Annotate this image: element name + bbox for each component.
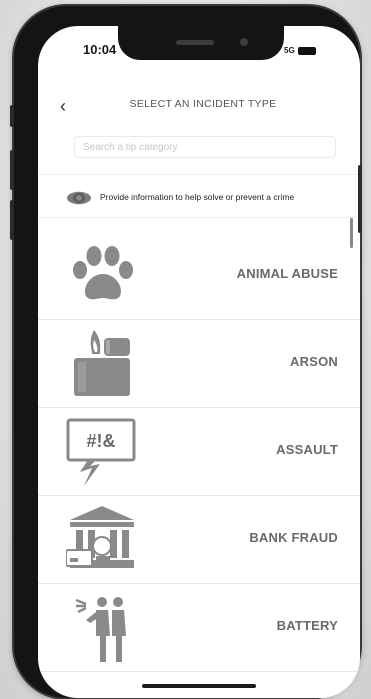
search-input[interactable] — [75, 137, 335, 158]
speech-bubble-lightning-icon: #!& — [66, 418, 136, 486]
status-indicators: 5G — [284, 46, 316, 55]
bank-building-icon — [66, 506, 134, 568]
info-banner: Provide information to help solve or pre… — [38, 174, 360, 218]
assault-bubble-text: #!& — [86, 431, 115, 451]
camera — [240, 38, 248, 46]
network-label: 5G — [284, 46, 295, 55]
volume-down-button — [10, 200, 14, 240]
incident-item-assault[interactable]: #!& ASSAULT — [38, 408, 360, 496]
incident-type-list: ANIMAL ABUSE ARSON #!& ASSAULT BANK FRAU… — [38, 232, 360, 672]
incident-item-animal-abuse[interactable]: ANIMAL ABUSE — [38, 232, 360, 320]
status-time: 10:04 — [83, 42, 117, 57]
incident-label: BANK FRAUD — [249, 530, 338, 545]
speaker — [176, 40, 214, 45]
people-fighting-icon — [75, 597, 126, 662]
volume-up-button — [10, 150, 14, 190]
page-title: SELECT AN INCIDENT TYPE — [129, 98, 277, 110]
paw-icon — [73, 246, 133, 300]
lighter-flame-icon — [74, 330, 130, 396]
incident-item-arson[interactable]: ARSON — [38, 320, 360, 408]
notch — [118, 26, 284, 60]
battery-icon — [297, 46, 316, 55]
incident-label: ANIMAL ABUSE — [236, 266, 338, 281]
search-field[interactable] — [74, 136, 336, 158]
incident-label: ARSON — [290, 354, 338, 369]
incident-label: BATTERY — [276, 618, 338, 633]
power-button — [358, 165, 362, 233]
home-indicator[interactable] — [142, 684, 256, 688]
incident-label: ASSAULT — [276, 442, 338, 457]
incident-item-battery[interactable]: BATTERY — [38, 584, 360, 672]
mute-switch — [10, 105, 14, 127]
eye-icon — [67, 191, 91, 205]
app-screen: 10:04 5G ‹ SELECT AN INCIDENT TYPE Provi… — [38, 26, 360, 698]
info-text: Provide information to help solve or pre… — [100, 192, 295, 202]
incident-item-bank-fraud[interactable]: BANK FRAUD — [38, 496, 360, 584]
phone-frame: 10:04 5G ‹ SELECT AN INCIDENT TYPE Provi… — [14, 6, 360, 698]
header: ‹ SELECT AN INCIDENT TYPE — [38, 94, 360, 118]
